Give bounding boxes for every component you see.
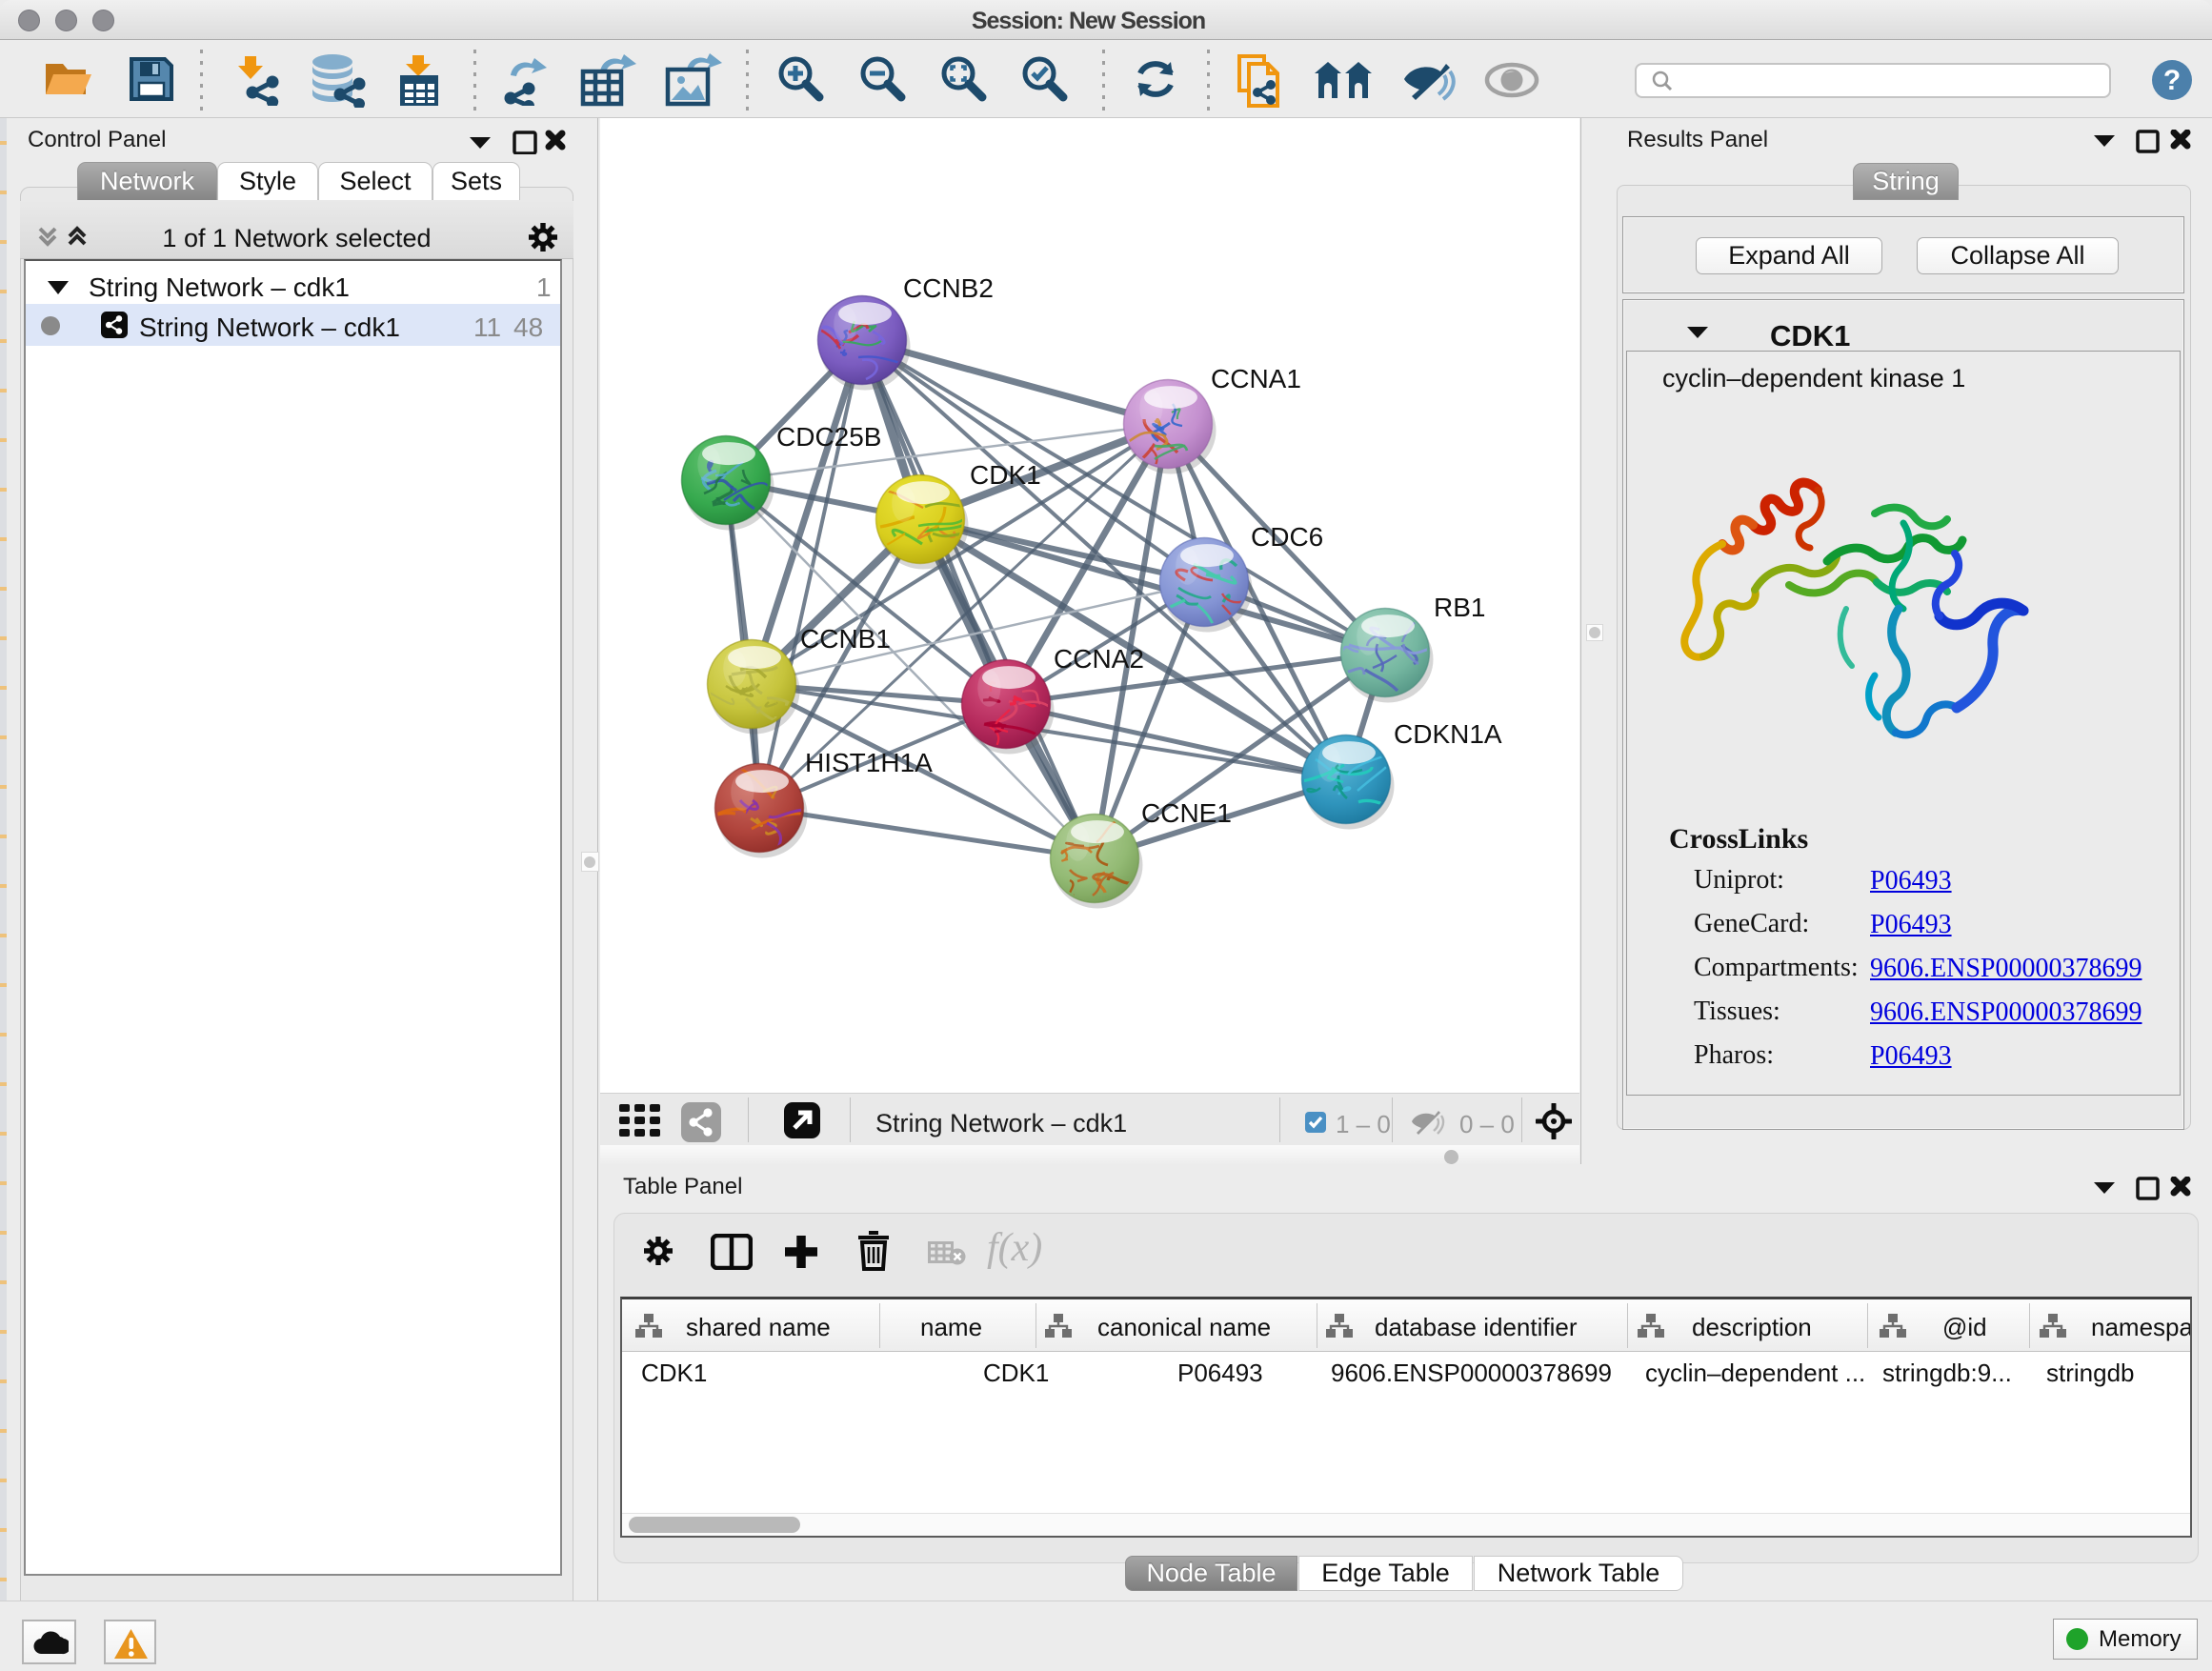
- svg-text:CCNB2: CCNB2: [903, 273, 994, 303]
- svg-text:CDC6: CDC6: [1251, 522, 1323, 552]
- svg-text:CDK1: CDK1: [970, 460, 1041, 490]
- svg-text:CCNE1: CCNE1: [1141, 798, 1232, 828]
- svg-text:?: ?: [2163, 65, 2181, 96]
- svg-text:CCNA1: CCNA1: [1211, 364, 1301, 393]
- svg-text:HIST1H1A: HIST1H1A: [805, 748, 933, 777]
- svg-text:CCNB1: CCNB1: [800, 624, 891, 654]
- svg-text:CDKN1A: CDKN1A: [1394, 719, 1502, 749]
- svg-text:RB1: RB1: [1434, 593, 1485, 622]
- svg-text:CCNA2: CCNA2: [1054, 644, 1144, 674]
- svg-text:CDC25B: CDC25B: [776, 422, 881, 452]
